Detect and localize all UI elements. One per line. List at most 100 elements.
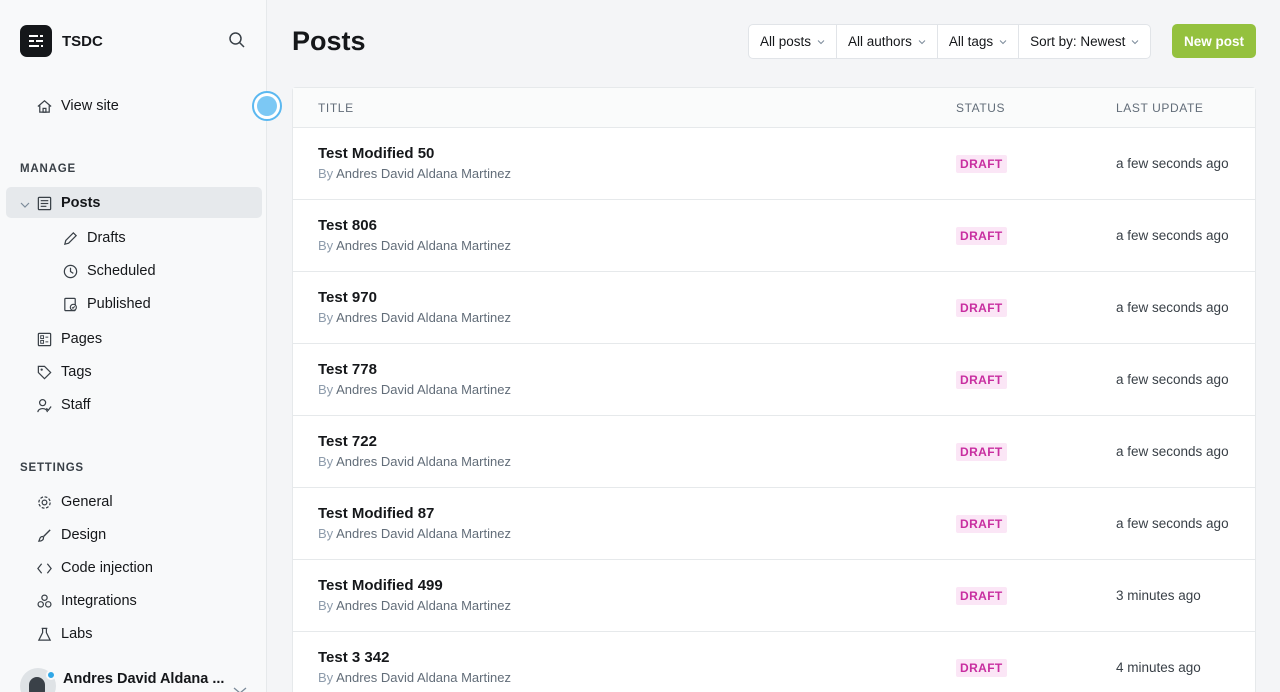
nav-labs[interactable]: Labs [35, 625, 92, 643]
filter-sort[interactable]: Sort by: Newest [1019, 25, 1150, 58]
filter-author[interactable]: All authors [837, 25, 938, 58]
nav-staff-label: Staff [61, 397, 91, 413]
status-badge: DRAFT [956, 299, 1007, 317]
table-body: Test Modified 50 By Andres David Aldana M… [293, 128, 1255, 692]
post-author: Andres David Aldana Martinez [336, 454, 511, 469]
last-update: a few seconds ago [1116, 228, 1229, 243]
post-byline: By Andres David Aldana Martinez [318, 598, 511, 613]
byline-prefix: By [318, 382, 334, 397]
new-post-button[interactable]: New post [1172, 24, 1256, 58]
filter-tag[interactable]: All tags [938, 25, 1020, 58]
brand[interactable]: TSDC [20, 25, 103, 57]
chevron-down-icon [918, 39, 926, 44]
post-byline: By Andres David Aldana Martinez [318, 382, 511, 397]
status-badge: DRAFT [956, 371, 1007, 389]
nav-published[interactable]: Published [61, 295, 151, 313]
nav-integrations[interactable]: Integrations [35, 592, 137, 610]
nav-drafts-label: Drafts [87, 230, 126, 246]
table-header: TITLE STATUS LAST UPDATE [293, 88, 1255, 128]
last-update: a few seconds ago [1116, 156, 1229, 171]
column-status: STATUS [956, 101, 1006, 115]
chevron-down-icon [817, 39, 825, 44]
filter-post-type[interactable]: All posts [749, 25, 838, 58]
nav-pages[interactable]: Pages [35, 330, 102, 348]
post-byline: By Andres David Aldana Martinez [318, 310, 511, 325]
status-badge: DRAFT [956, 587, 1007, 605]
manage-section-title: MANAGE [20, 163, 76, 175]
table-row[interactable]: Test Modified 87 By Andres David Aldana M… [293, 488, 1255, 560]
status-badge: DRAFT [956, 155, 1007, 173]
tag-icon [35, 363, 53, 381]
byline-prefix: By [318, 238, 334, 253]
status-badge: DRAFT [956, 515, 1007, 533]
chevron-down-icon[interactable] [20, 197, 30, 208]
table-row[interactable]: Test Modified 50 By Andres David Aldana M… [293, 128, 1255, 200]
notification-badge [46, 670, 56, 680]
status-badge: DRAFT [956, 659, 1007, 677]
nav-scheduled[interactable]: Scheduled [61, 262, 156, 280]
brush-icon [35, 526, 53, 544]
pages-icon [35, 330, 53, 348]
filter-sort-label: Sort by: Newest [1030, 34, 1126, 49]
posts-table: TITLE STATUS LAST UPDATE Test Modified 5… [292, 87, 1256, 692]
post-title: Test 806 [318, 217, 377, 234]
nav-general[interactable]: General [35, 493, 113, 511]
filter-author-label: All authors [848, 34, 912, 49]
chevron-down-icon [1132, 39, 1139, 44]
published-icon [61, 295, 79, 313]
post-author: Andres David Aldana Martinez [336, 382, 511, 397]
search-icon[interactable] [228, 31, 248, 51]
post-author: Andres David Aldana Martinez [336, 310, 511, 325]
table-row[interactable]: Test 3 342 By Andres David Aldana Martine… [293, 632, 1255, 692]
nav-posts[interactable]: Posts [35, 194, 101, 212]
status-badge: DRAFT [956, 443, 1007, 461]
post-byline: By Andres David Aldana Martinez [318, 166, 511, 181]
post-byline: By Andres David Aldana Martinez [318, 454, 511, 469]
nav-view-site[interactable]: View site [35, 97, 119, 115]
user-menu[interactable]: Andres David Aldana ... [20, 668, 224, 692]
gear-icon [35, 493, 53, 511]
post-title: Test 778 [318, 361, 377, 378]
user-name: Andres David Aldana ... [63, 671, 225, 687]
nav-general-label: General [61, 494, 113, 510]
nav-published-label: Published [87, 296, 151, 312]
post-title: Test 3 342 [318, 649, 390, 666]
table-row[interactable]: Test 806 By Andres David Aldana Martinez D… [293, 200, 1255, 272]
site-logo-icon [20, 25, 52, 57]
sidebar: TSDC View site MANAGE Posts Drafts Sched… [0, 0, 282, 692]
nav-pages-label: Pages [61, 331, 103, 347]
nav-tags[interactable]: Tags [35, 363, 92, 381]
last-update: a few seconds ago [1116, 516, 1229, 531]
byline-prefix: By [318, 598, 334, 613]
site-name: TSDC [62, 32, 103, 50]
table-row[interactable]: Test 970 By Andres David Aldana Martinez D… [293, 272, 1255, 344]
nav-view-site-label: View site [61, 98, 119, 114]
nav-design[interactable]: Design [35, 526, 106, 544]
column-last-update: LAST UPDATE [1116, 101, 1204, 115]
post-author: Andres David Aldana Martinez [336, 598, 511, 613]
posts-icon [35, 194, 53, 212]
chevron-down-icon [999, 39, 1007, 44]
table-row[interactable]: Test 722 By Andres David Aldana Martinez D… [293, 416, 1255, 488]
flask-icon [35, 625, 53, 643]
nav-tags-label: Tags [61, 364, 92, 380]
nav-design-label: Design [61, 527, 107, 543]
byline-prefix: By [318, 310, 334, 325]
nav-staff[interactable]: Staff [35, 396, 91, 414]
last-update: 3 minutes ago [1116, 588, 1201, 603]
nav-scheduled-label: Scheduled [87, 263, 156, 279]
post-title: Test 722 [318, 433, 377, 450]
nav-code-injection[interactable]: Code injection [35, 559, 153, 577]
nav-drafts[interactable]: Drafts [61, 229, 126, 247]
table-row[interactable]: Test 778 By Andres David Aldana Martinez D… [293, 344, 1255, 416]
code-icon [35, 559, 53, 577]
home-icon [35, 97, 53, 115]
table-row[interactable]: Test Modified 499 By Andres David Aldana … [293, 560, 1255, 632]
nav-code-injection-label: Code injection [61, 560, 153, 576]
staff-icon [35, 396, 53, 414]
filter-post-type-label: All posts [760, 34, 812, 49]
last-update: a few seconds ago [1116, 372, 1229, 387]
post-title: Test Modified 50 [318, 145, 435, 162]
nav-posts-label: Posts [61, 195, 101, 211]
chevron-down-icon[interactable] [233, 682, 247, 692]
